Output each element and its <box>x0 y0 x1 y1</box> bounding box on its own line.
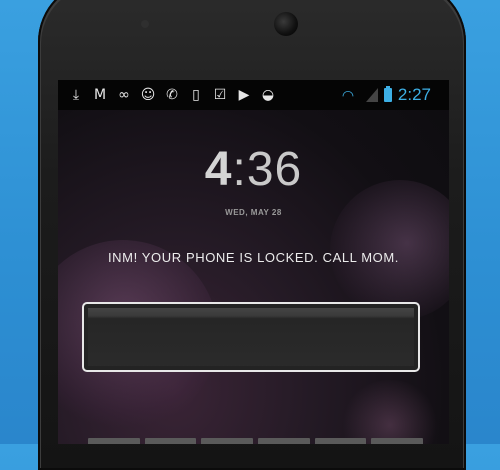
lock-date: WED, MAY 28 <box>225 208 282 217</box>
chat-icon: ☺ <box>140 87 156 103</box>
pin-input-field[interactable] <box>82 302 420 372</box>
wallpaper-bubble <box>340 380 440 444</box>
voicemail-icon: ∞ <box>118 87 130 103</box>
keypad-key[interactable] <box>258 438 310 444</box>
keypad-key[interactable] <box>144 438 197 444</box>
android-icon: ◒ <box>261 87 275 103</box>
lock-clock: 4:36 <box>58 142 449 197</box>
missed-call-icon: ✆ <box>166 87 178 103</box>
wifi-icon: ◠ <box>341 87 355 103</box>
clock-hour: 4 <box>204 143 233 196</box>
play-store-icon: ▶ <box>238 87 250 103</box>
notification-icons: ⤓ M ∞ ☺ ✆ ▯ ☑ ▶ ◒ <box>58 88 276 102</box>
keypad-key[interactable] <box>88 438 140 444</box>
keypad-key[interactable] <box>314 438 367 444</box>
battery-charging-icon <box>383 86 392 102</box>
task-check-icon: ☑ <box>213 87 227 103</box>
status-bar[interactable]: ⤓ M ∞ ☺ ✆ ▯ ☑ ▶ ◒ ◠ 2:27 <box>58 80 449 110</box>
clock-minutes: 36 <box>246 143 303 196</box>
signal-icon <box>365 88 378 102</box>
front-camera <box>274 12 298 36</box>
keypad-key[interactable] <box>371 438 424 444</box>
gmail-icon: M <box>93 87 107 103</box>
status-clock: 2:27 <box>397 85 431 104</box>
status-indicators: ◠ 2:27 <box>342 80 431 110</box>
proximity-sensor <box>141 20 149 28</box>
clock-separator: : <box>232 143 247 196</box>
owner-message: INM! YOUR PHONE IS LOCKED. CALL MOM. <box>107 250 400 265</box>
phone-update-icon: ▯ <box>192 87 200 103</box>
keypad-key[interactable] <box>201 438 254 444</box>
download-icon: ⤓ <box>72 87 80 103</box>
keypad-row <box>88 438 424 444</box>
lock-screen: ⤓ M ∞ ☺ ✆ ▯ ☑ ▶ ◒ ◠ 2:27 4:36 WED, MAY 28 INM! Y… <box>58 80 449 444</box>
